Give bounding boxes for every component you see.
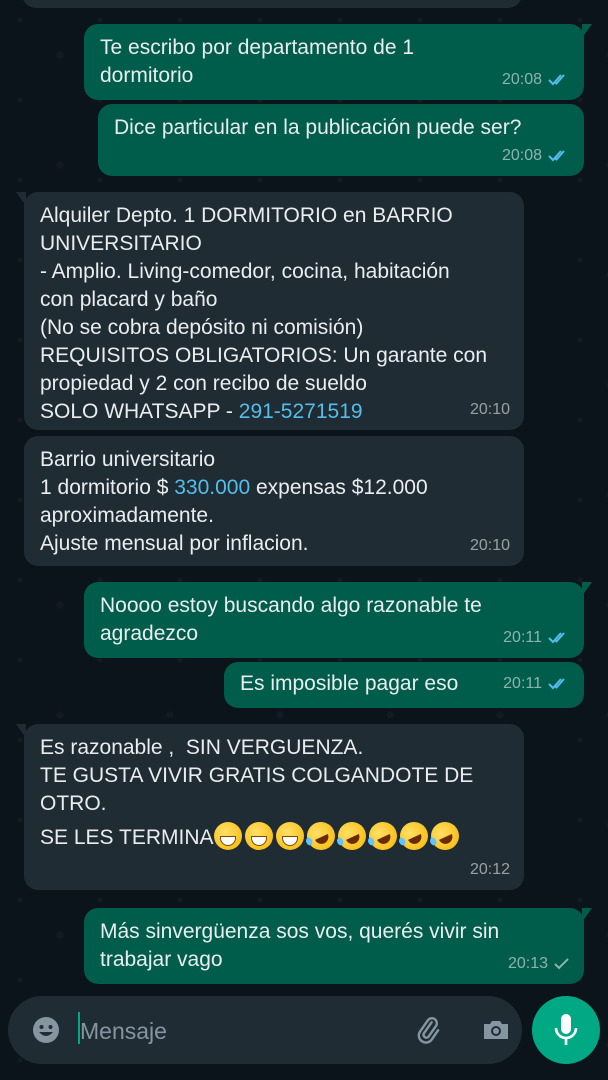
message-composer — [8, 996, 522, 1064]
message-meta: 20:10 — [470, 396, 510, 424]
message-time: 20:10 — [469, 401, 510, 418]
message-time: 20:12 — [469, 861, 510, 878]
message-time: 20:11 — [503, 629, 542, 646]
message-text: Es razonable , SIN VERGUENZA. TE GUSTA V… — [40, 736, 474, 815]
message-meta: 20:11 — [503, 624, 570, 652]
message-text: Te escribo por departamento de 1 dormito… — [100, 36, 415, 87]
chat-screen: Te escribo por departamento de 1 dormito… — [0, 0, 608, 1080]
message-time: 20:08 — [501, 71, 542, 88]
message-last-line: SE LES TERMINA — [40, 817, 510, 855]
message-text: Noooo estoy buscando algo razonable te a… — [100, 594, 482, 645]
message-time: 20:08 — [501, 147, 542, 164]
number-link[interactable]: 330.000 — [174, 476, 250, 499]
message-time: 20:13 — [507, 955, 548, 972]
outgoing-message[interactable]: Te escribo por departamento de 1 dormito… — [84, 24, 592, 100]
message-body: Alquiler Depto. 1 DORMITORIO en BARRIO U… — [40, 204, 487, 423]
grinning-face-icon — [275, 822, 304, 850]
read-ticks-icon — [548, 631, 570, 645]
sent-tick-icon — [554, 957, 570, 971]
message-meta: 20:12 — [470, 856, 510, 884]
message-body: SE LES TERMINA — [40, 826, 214, 849]
paperclip-icon[interactable] — [412, 1014, 444, 1046]
read-ticks-icon — [548, 73, 570, 87]
message-meta: 20:10 — [470, 532, 510, 560]
message-meta: 20:13 — [508, 950, 570, 978]
incoming-message[interactable]: Alquiler Depto. 1 DORMITORIO en BARRIO U… — [16, 192, 524, 430]
incoming-message[interactable]: Es razonable , SIN VERGUENZA. TE GUSTA V… — [16, 724, 524, 890]
outgoing-message[interactable]: Dice particular en la publicación puede … — [98, 104, 584, 176]
read-ticks-icon — [548, 677, 570, 691]
mic-button[interactable] — [532, 996, 600, 1064]
incoming-message[interactable]: Barrio universitario 1 dormitorio $ 330.… — [24, 436, 524, 566]
rolling-on-floor-laughing-icon — [332, 817, 371, 855]
message-text: Barrio universitario 1 dormitorio $ 330.… — [40, 446, 510, 558]
grinning-face-icon — [244, 822, 273, 850]
outgoing-message[interactable]: Más sinvergüenza sos vos, querés vivir s… — [84, 908, 592, 984]
emoji-icon[interactable] — [30, 1014, 62, 1046]
mic-icon — [554, 1014, 578, 1045]
message-text: Dice particular en la publicación puede … — [114, 116, 522, 139]
message-text: Más sinvergüenza sos vos, querés vivir s… — [100, 920, 500, 971]
message-time: 20:10 — [469, 537, 510, 554]
phone-link[interactable]: 291-5271519 — [239, 400, 363, 423]
rolling-on-floor-laughing-icon — [425, 817, 464, 855]
rolling-on-floor-laughing-icon — [363, 817, 402, 855]
outgoing-message[interactable]: Es imposible pagar eso 20:11 — [224, 662, 584, 708]
message-time: 20:11 — [503, 675, 542, 692]
camera-icon[interactable] — [480, 1014, 512, 1046]
message-meta: 20:08 — [502, 142, 570, 170]
message-meta: 20:08 — [502, 66, 570, 94]
read-ticks-icon — [548, 149, 570, 163]
previous-message-bubble — [22, 0, 522, 8]
rolling-on-floor-laughing-icon — [394, 817, 433, 855]
outgoing-message[interactable]: Noooo estoy buscando algo razonable te a… — [84, 582, 592, 658]
rolling-on-floor-laughing-icon — [301, 817, 340, 855]
message-input[interactable] — [78, 1008, 402, 1054]
message-text: Alquiler Depto. 1 DORMITORIO en BARRIO U… — [40, 202, 510, 426]
message-meta: 20:11 — [503, 670, 570, 698]
grinning-face-icon — [213, 822, 242, 850]
